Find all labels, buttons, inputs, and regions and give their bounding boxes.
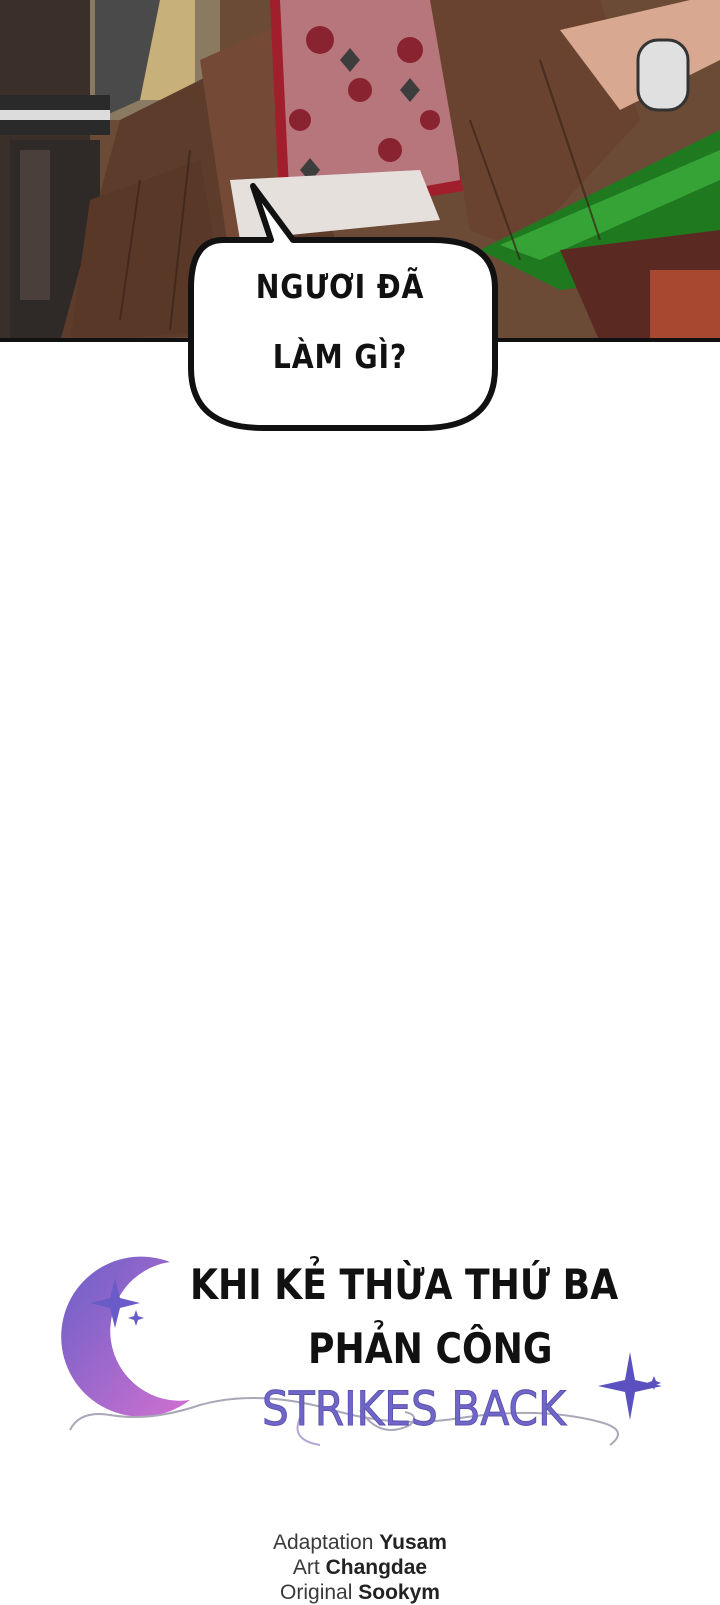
title-vietnamese-line-2: PHẢN CÔNG: [308, 1324, 553, 1373]
title-vietnamese-line-1: KHI KẺ THỪA THỨ BA: [190, 1260, 619, 1309]
crescent-moon-icon: [61, 1256, 190, 1417]
series-title-logo: KHI KẺ THỪA THỨ BA PHẢN CÔNG STRIKES BAC…: [40, 1240, 700, 1470]
credit-role: Original: [280, 1581, 353, 1604]
speech-bubble-text: NGƯƠI ĐÃ LÀM GÌ?: [215, 252, 464, 392]
credit-original: Original Sookym: [230, 1580, 490, 1605]
credit-name: Yusam: [379, 1531, 447, 1554]
title-english: STRIKES BACK: [262, 1382, 567, 1438]
credit-art: Art Changdae: [230, 1555, 490, 1580]
speech-line-2: LÀM GÌ?: [272, 337, 408, 376]
credits: Adaptation Yusam Art Changdae Original S…: [230, 1530, 490, 1605]
credit-role: Adaptation: [273, 1531, 374, 1554]
credit-name: Changdae: [325, 1556, 428, 1579]
credit-role: Art: [292, 1556, 320, 1579]
speech-line-1: NGƯƠI ĐÃ: [255, 267, 425, 306]
credit-adaptation: Adaptation Yusam: [230, 1530, 490, 1555]
small-star-icon: [128, 1310, 144, 1326]
credit-name: Sookym: [358, 1581, 440, 1604]
